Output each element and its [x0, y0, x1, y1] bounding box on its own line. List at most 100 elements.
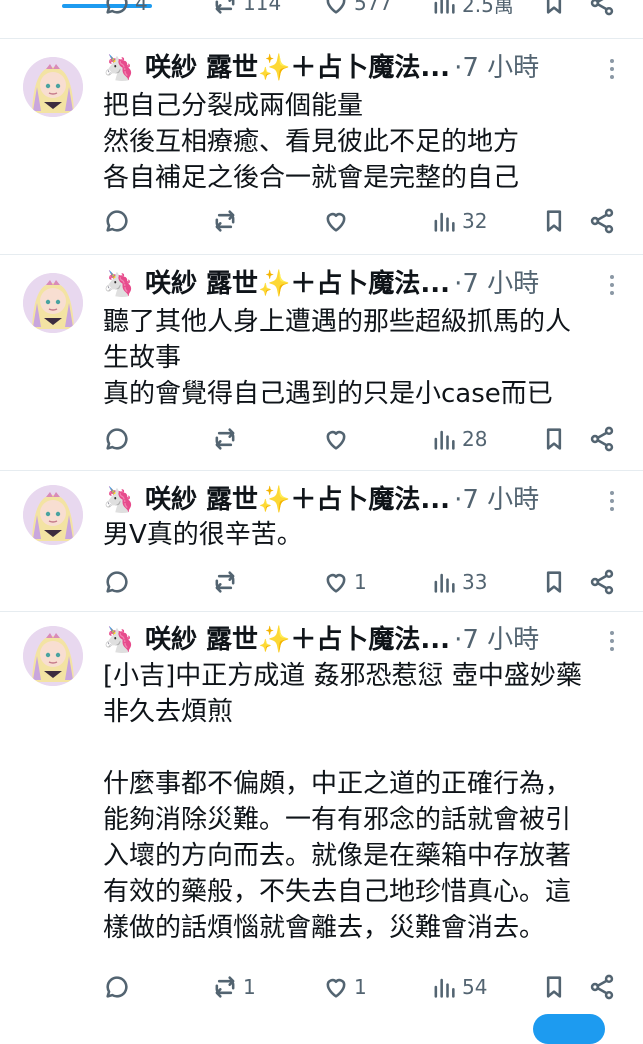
avatar[interactable] [23, 485, 83, 545]
retweet-button[interactable] [211, 422, 243, 456]
like-button[interactable]: 1 [322, 970, 367, 1004]
views-count: 33 [462, 570, 488, 594]
reply-action-partial[interactable]: 4 [103, 0, 148, 20]
more-icon[interactable] [603, 269, 621, 301]
views-button[interactable]: 54 [430, 970, 487, 1004]
more-icon[interactable] [603, 53, 621, 85]
like-action-partial[interactable]: 577 [322, 0, 392, 20]
unicorn-icon: 🦄 [103, 269, 135, 298]
previous-tweet-partial: 4 114 577 2.5萬 [0, 0, 643, 39]
like-count: 577 [354, 0, 393, 15]
avatar-illustration [23, 485, 83, 545]
author-name[interactable]: 咲紗 露世✨＋占卜魔法... [145, 269, 450, 299]
share-icon [590, 569, 614, 595]
share-icon [590, 208, 614, 234]
tweet-4[interactable]: 🦄 咲紗 露世✨＋占卜魔法... ·7 小時 [小吉]中正方成道 姦邪恐惹愆 壺中盛… [0, 612, 643, 1024]
heart-icon [326, 0, 346, 14]
reply-count: 4 [135, 0, 148, 15]
tweet-3[interactable]: 🦄 咲紗 露世✨＋占卜魔法... ·7 小時 男V真的很辛苦。 1 33 [0, 471, 643, 612]
views-count: 28 [462, 427, 488, 451]
share-action-partial[interactable] [588, 0, 616, 20]
retweet-button[interactable] [211, 204, 243, 238]
like-count: 1 [354, 570, 367, 594]
reply-button[interactable] [103, 565, 135, 599]
views-button[interactable]: 28 [430, 422, 487, 456]
reply-icon [106, 0, 128, 14]
tweet-header: 🦄 咲紗 露世✨＋占卜魔法... ·7 小時 [103, 267, 623, 301]
avatar[interactable] [23, 626, 83, 686]
views-count: 32 [462, 209, 488, 233]
views-button[interactable]: 33 [430, 565, 487, 599]
retweet-button[interactable]: 1 [211, 970, 256, 1004]
views-count: 54 [462, 975, 488, 999]
avatar[interactable] [23, 57, 83, 117]
tweet-1[interactable]: 🦄 咲紗 露世✨＋占卜魔法... ·7 小時 把自己分裂成兩個能量 然後互相療癒、看… [0, 39, 643, 255]
bookmark-button[interactable] [540, 970, 568, 1004]
reply-button[interactable] [103, 422, 135, 456]
reply-icon [106, 428, 128, 450]
bookmark-button[interactable] [540, 565, 568, 599]
author-name[interactable]: 咲紗 露世✨＋占卜魔法... [145, 485, 450, 515]
compose-button-partial[interactable] [533, 1014, 605, 1044]
retweet-count: 114 [243, 0, 282, 15]
views-button[interactable]: 32 [430, 204, 487, 238]
like-button[interactable] [322, 204, 354, 238]
retweet-action-partial[interactable]: 114 [211, 0, 281, 20]
tweet-text: [小吉]中正方成道 姦邪恐惹愆 壺中盛妙藥 非久去煩煎 什麼事都不偏頗，中正之道… [103, 661, 582, 943]
author-name[interactable]: 咲紗 露世✨＋占卜魔法... [145, 53, 450, 83]
share-icon [590, 0, 614, 16]
tweet-text: 男V真的很辛苦。 [103, 520, 303, 550]
unicorn-icon: 🦄 [103, 625, 135, 654]
retweet-button[interactable] [211, 565, 243, 599]
unicorn-icon: 🦄 [103, 53, 135, 82]
tweet-header: 🦄 咲紗 露世✨＋占卜魔法... ·7 小時 [103, 623, 623, 657]
tweet-text: 聽了其他人身上遭遇的那些超級抓馬的人 生故事 真的會覺得自己遇到的只是小case… [103, 307, 572, 409]
reply-button[interactable] [103, 204, 135, 238]
avatar-illustration [23, 626, 83, 686]
bookmark-button[interactable] [540, 422, 568, 456]
share-button[interactable] [588, 565, 616, 599]
bookmark-icon [546, 571, 562, 593]
heart-icon [326, 212, 346, 232]
timestamp[interactable]: 7 小時 [462, 269, 539, 299]
timestamp[interactable]: 7 小時 [462, 625, 539, 655]
avatar-illustration [23, 273, 83, 333]
views-bar-chart-icon [434, 212, 455, 232]
retweet-icon [215, 0, 235, 14]
reply-icon [106, 571, 128, 593]
retweet-icon [215, 976, 235, 998]
share-button[interactable] [588, 422, 616, 456]
share-button[interactable] [588, 204, 616, 238]
timestamp[interactable]: 7 小時 [462, 485, 539, 515]
views-bar-chart-icon [434, 0, 455, 14]
retweet-icon [215, 210, 235, 232]
views-action-partial[interactable]: 2.5萬 [430, 0, 514, 20]
bookmark-action-partial[interactable] [540, 0, 568, 20]
tweet-2[interactable]: 🦄 咲紗 露世✨＋占卜魔法... ·7 小時 聽了其他人身上遭遇的那些超級抓馬的人 … [0, 255, 643, 471]
timestamp[interactable]: 7 小時 [462, 53, 539, 83]
share-button[interactable] [588, 970, 616, 1004]
retweet-icon [215, 428, 235, 450]
views-bar-chart-icon [434, 573, 455, 593]
share-icon [590, 426, 614, 452]
like-button[interactable]: 1 [322, 565, 367, 599]
author-name[interactable]: 咲紗 露世✨＋占卜魔法... [145, 625, 450, 655]
share-icon [590, 974, 614, 1000]
retweet-icon [215, 571, 235, 593]
heart-icon [326, 573, 346, 593]
bookmark-icon [546, 976, 562, 998]
heart-icon [326, 978, 346, 998]
bookmark-icon [546, 428, 562, 450]
avatar[interactable] [23, 273, 83, 333]
more-icon[interactable] [603, 485, 621, 517]
retweet-count: 1 [243, 975, 256, 999]
like-count: 1 [354, 975, 367, 999]
tweet-header: 🦄 咲紗 露世✨＋占卜魔法... ·7 小時 [103, 51, 623, 85]
bookmark-button[interactable] [540, 204, 568, 238]
more-icon[interactable] [603, 625, 621, 657]
unicorn-icon: 🦄 [103, 485, 135, 514]
like-button[interactable] [322, 422, 354, 456]
heart-icon [326, 430, 346, 450]
reply-button[interactable] [103, 970, 135, 1004]
bookmark-icon [546, 210, 562, 232]
